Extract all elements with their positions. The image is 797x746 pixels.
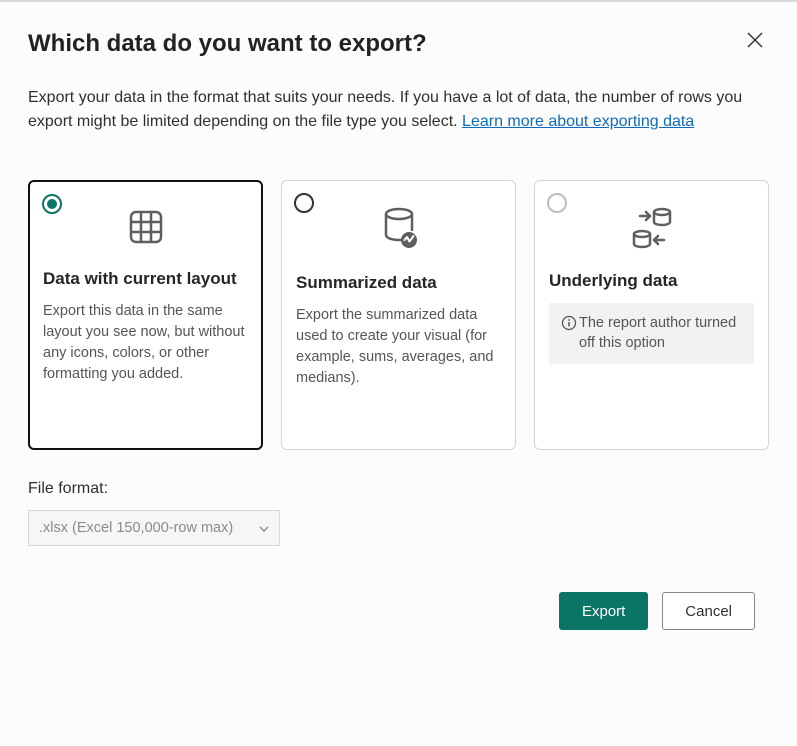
export-options-row: Data with current layout Export this dat… (28, 180, 769, 450)
dialog-title: Which data do you want to export? (28, 30, 769, 58)
radio-icon (42, 194, 62, 214)
chevron-down-icon (259, 521, 269, 535)
close-button[interactable] (739, 24, 771, 56)
export-button[interactable]: Export (559, 592, 648, 630)
option-data-current-layout[interactable]: Data with current layout Export this dat… (28, 180, 263, 450)
cancel-button[interactable]: Cancel (662, 592, 755, 630)
option-description: Export this data in the same layout you … (43, 301, 248, 385)
table-layout-icon (43, 207, 248, 247)
learn-more-link[interactable]: Learn more about exporting data (462, 113, 694, 130)
disabled-notice-text: The report author turned off this option (579, 313, 742, 354)
dialog-actions: Export Cancel (28, 592, 769, 630)
option-description: Export the summarized data used to creat… (296, 305, 501, 389)
export-dialog: Which data do you want to export? Export… (0, 2, 797, 630)
option-title: Summarized data (296, 273, 501, 293)
option-summarized-data[interactable]: Summarized data Export the summarized da… (281, 180, 516, 450)
file-format-value: .xlsx (Excel 150,000-row max) (39, 520, 233, 536)
file-format-select[interactable]: .xlsx (Excel 150,000-row max) (28, 510, 280, 546)
radio-icon (547, 193, 567, 213)
file-format-label: File format: (28, 480, 769, 498)
option-underlying-data: Underlying data The report author turned… (534, 180, 769, 450)
option-title: Data with current layout (43, 269, 248, 289)
close-icon (747, 32, 763, 48)
radio-icon (294, 193, 314, 213)
option-title: Underlying data (549, 271, 754, 291)
data-transfer-icon (549, 207, 754, 249)
info-icon (561, 315, 577, 331)
dialog-description: Export your data in the format that suit… (28, 86, 768, 134)
database-stats-icon (296, 207, 501, 251)
disabled-notice: The report author turned off this option (549, 303, 754, 364)
